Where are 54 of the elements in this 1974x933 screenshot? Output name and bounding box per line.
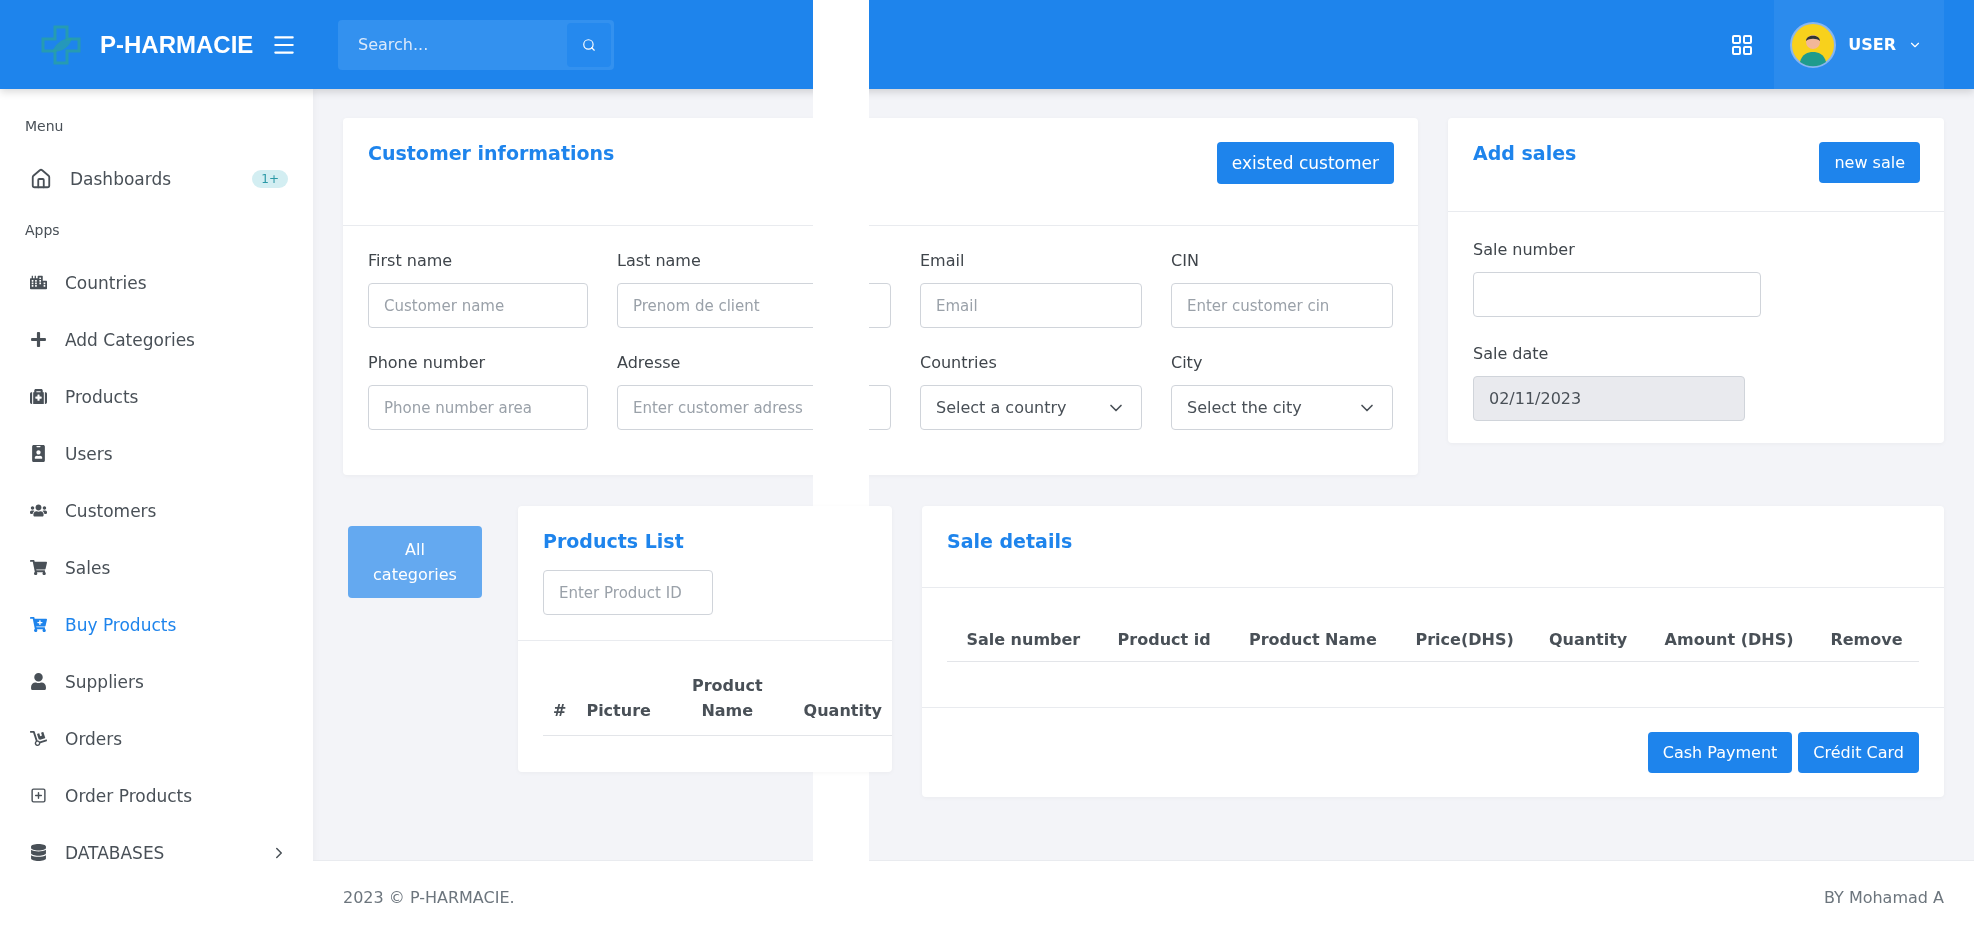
column-header: Quantity xyxy=(1532,618,1645,662)
input-field[interactable]: Phone number area xyxy=(368,385,588,430)
author-text: BY Mohamad A xyxy=(1823,887,1944,907)
sidebar-item[interactable]: Buy Products xyxy=(0,596,313,653)
column-header: # xyxy=(543,661,577,736)
field-label: Phone number xyxy=(368,353,487,372)
field-label: City xyxy=(1171,353,1204,372)
sidebar-item[interactable]: Order Products xyxy=(0,767,313,824)
input-field[interactable]: Email xyxy=(920,283,1142,328)
card-title: Add sales xyxy=(1473,142,1577,164)
product-id-field[interactable]: Enter Product ID xyxy=(543,570,713,615)
field-label: First name xyxy=(368,251,454,270)
select-field[interactable]: Select a country xyxy=(920,385,1142,430)
field-label: Adresse xyxy=(617,353,682,372)
input-field[interactable]: Enter customer cin xyxy=(1171,283,1393,328)
brand-name: P-HARMACIE xyxy=(100,30,254,59)
field-label: Sale number xyxy=(1473,240,1576,259)
sidebar-item[interactable]: Products xyxy=(0,368,313,425)
sidebar-item[interactable]: Dashboards 1+ xyxy=(0,150,313,207)
sidebar-item[interactable]: Countries xyxy=(0,254,313,311)
field-label: Sale date xyxy=(1473,344,1550,363)
card-title: Sale details xyxy=(947,530,1073,552)
column-header: Remove xyxy=(1813,618,1919,662)
sidebar-item[interactable]: DATABASES xyxy=(0,824,313,881)
new-sale-button[interactable]: new sale xyxy=(1819,142,1920,183)
sidebar-item[interactable]: Users xyxy=(0,425,313,482)
section-title: Apps xyxy=(24,221,61,239)
field-label: Email xyxy=(920,251,966,270)
card-title: Products List xyxy=(543,530,684,552)
field-label: Last name xyxy=(617,251,702,270)
column-header: Product Name xyxy=(660,661,794,736)
sidebar-item[interactable]: Orders xyxy=(0,710,313,767)
payment-button[interactable]: Cash Payment xyxy=(1647,732,1793,773)
section-title: Menu xyxy=(24,117,65,135)
column-header: Quantity xyxy=(793,661,892,736)
existed-customer-button[interactable]: existed customer xyxy=(1216,142,1394,184)
sidebar-item[interactable]: Suppliers xyxy=(0,653,313,710)
copyright-text: 2023 © P-HARMACIE. xyxy=(343,887,515,907)
column-header: Sale number xyxy=(947,618,1100,662)
field-label: CIN xyxy=(1171,251,1200,270)
sidebar-item[interactable]: Customers xyxy=(0,482,313,539)
sidebar-item[interactable]: Add Categories xyxy=(0,311,313,368)
column-header: Price(DHS) xyxy=(1397,618,1532,662)
payment-button[interactable]: Crédit Card xyxy=(1798,732,1919,773)
column-header: Picture xyxy=(576,661,661,736)
field-label: Countries xyxy=(920,353,998,372)
column-header: Product Name xyxy=(1228,618,1398,662)
input-field[interactable]: Customer name xyxy=(368,283,588,328)
column-header: Amount (DHS) xyxy=(1644,618,1814,662)
count-badge: 1+ xyxy=(252,169,288,188)
column-header: Product id xyxy=(1099,618,1229,662)
select-field[interactable]: Select the city xyxy=(1171,385,1393,430)
card-title: Customer informations xyxy=(368,142,615,164)
sidebar-item[interactable]: Sales xyxy=(0,539,313,596)
